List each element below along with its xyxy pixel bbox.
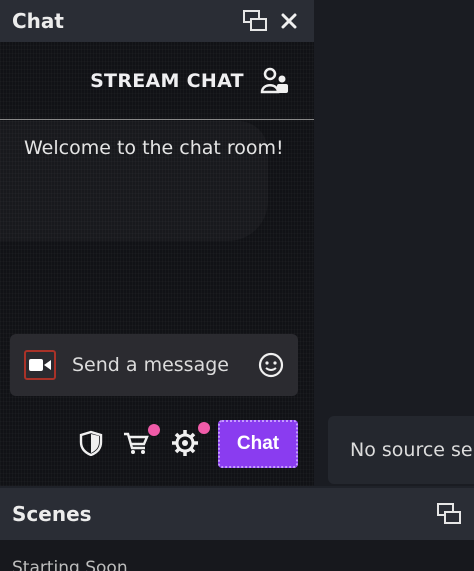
chat-send-button[interactable]: Chat [218, 420, 298, 468]
preview-panel: No source sele [314, 0, 474, 486]
scenes-dock-title: Scenes [12, 502, 92, 526]
chat-body: STREAM CHAT Welcome to the chat room! Se… [0, 42, 314, 486]
chat-dock-title-bar[interactable]: Chat [0, 0, 314, 42]
stream-chat-header: STREAM CHAT [0, 42, 314, 120]
gear-icon[interactable] [170, 422, 210, 458]
stream-chat-title: STREAM CHAT [90, 69, 244, 92]
shield-icon[interactable] [76, 428, 106, 458]
notification-dot [198, 422, 210, 434]
close-icon[interactable] [276, 8, 302, 34]
chat-actions-bar: Chat [0, 420, 314, 470]
users-icon[interactable] [260, 66, 290, 96]
no-source-text: No source sele [350, 439, 474, 461]
cart-icon[interactable] [122, 424, 160, 458]
source-placeholder: No source sele [328, 416, 474, 484]
float-dock-icon[interactable] [436, 501, 462, 527]
chat-input-placeholder[interactable]: Send a message [72, 354, 258, 376]
float-dock-icon[interactable] [242, 8, 268, 34]
notification-dot [148, 424, 160, 436]
chat-dock-title: Chat [12, 9, 64, 33]
scenes-dock: Scenes Starting Soon [0, 488, 474, 571]
video-camera-icon[interactable] [24, 350, 56, 380]
chat-dock: Chat STREAM CHAT Welcome to the chat roo… [0, 0, 314, 486]
emote-smiley-icon[interactable] [258, 352, 284, 378]
scenes-dock-title-bar[interactable]: Scenes [0, 488, 474, 540]
welcome-message: Welcome to the chat room! [24, 137, 284, 159]
scene-item[interactable]: Starting Soon [12, 558, 128, 571]
chat-input[interactable]: Send a message [10, 334, 298, 396]
